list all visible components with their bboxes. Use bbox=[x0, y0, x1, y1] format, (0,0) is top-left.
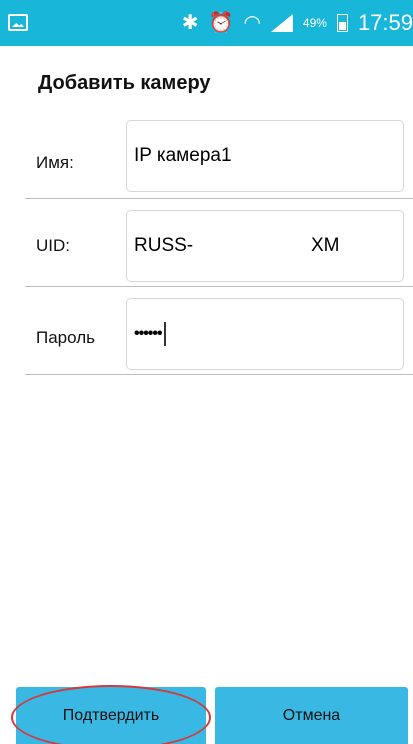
status-icons: ✱ ⏰ ◠ 49% 17:59 bbox=[182, 0, 413, 46]
bluetooth-icon: ✱ bbox=[181, 12, 199, 34]
confirm-button-label: Подтвердить bbox=[62, 706, 160, 724]
alarm-icon: ⏰ bbox=[208, 12, 234, 34]
battery-percent: 49% bbox=[302, 16, 327, 30]
password-row: Пароль •••••• bbox=[25, 287, 413, 375]
name-input[interactable]: IP камера1 bbox=[126, 120, 404, 192]
uid-label: UID: bbox=[36, 236, 70, 255]
wifi-icon: ◠ bbox=[243, 12, 261, 34]
name-label: Имя: bbox=[36, 153, 74, 172]
password-input[interactable]: •••••• bbox=[126, 298, 404, 370]
gallery-icon bbox=[8, 14, 28, 31]
uid-row: UID: RUSS- XM bbox=[25, 199, 413, 287]
password-value: •••••• bbox=[134, 325, 163, 342]
uid-value-prefix: RUSS- bbox=[134, 235, 194, 256]
battery-icon bbox=[336, 14, 348, 32]
name-value: IP камера1 bbox=[134, 145, 232, 166]
uid-value-suffix: XM bbox=[311, 235, 340, 256]
uid-input[interactable]: RUSS- XM bbox=[126, 210, 404, 282]
status-bar: ✱ ⏰ ◠ 49% 17:59 bbox=[0, 0, 413, 46]
clock: 17:59 bbox=[357, 10, 413, 35]
cancel-button-label: Отмена bbox=[282, 706, 341, 724]
password-label: Пароль bbox=[36, 328, 95, 347]
confirm-button[interactable]: Подтвердить bbox=[16, 687, 206, 744]
name-row: Имя: IP камера1 bbox=[25, 111, 413, 199]
text-caret bbox=[163, 322, 166, 346]
dialog-title: Добавить камеру bbox=[38, 72, 211, 94]
cancel-button[interactable]: Отмена bbox=[215, 687, 408, 744]
signal-icon bbox=[271, 14, 293, 32]
